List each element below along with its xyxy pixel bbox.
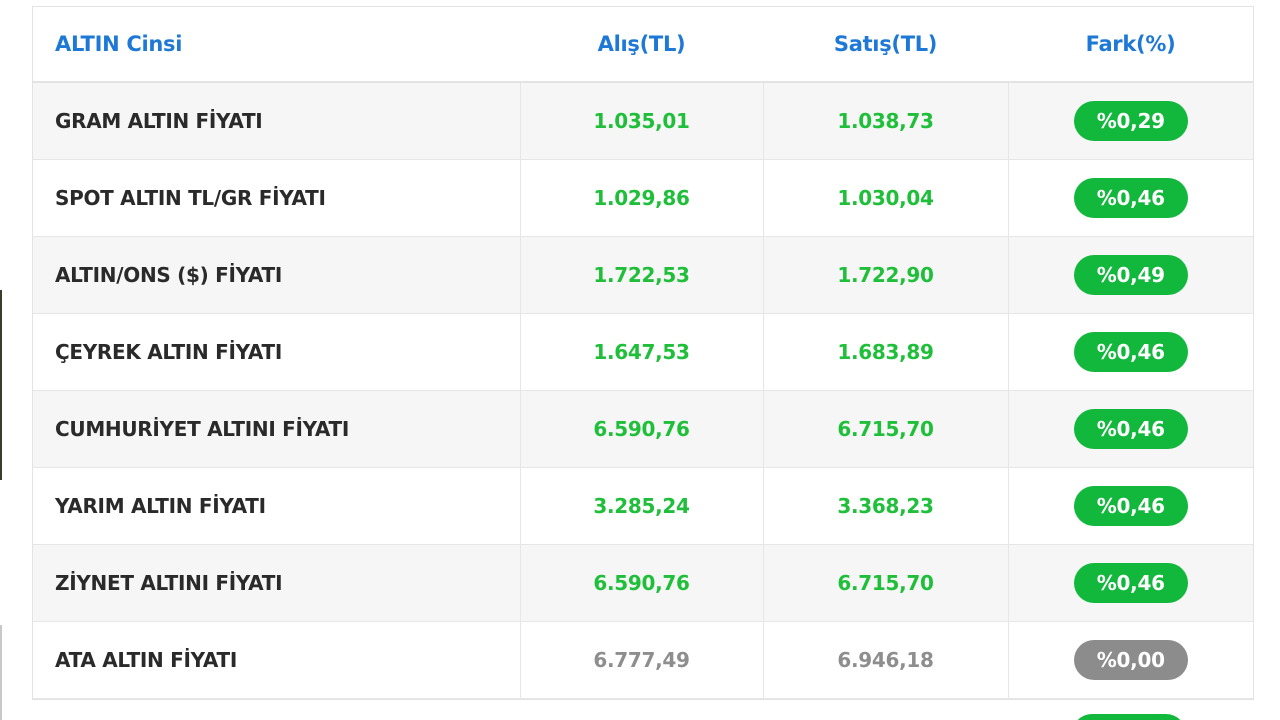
diff-cell: %0,29: [1008, 82, 1253, 160]
diff-cell: %0,00: [1008, 621, 1253, 699]
gold-type-cell[interactable]: ALTIN/ONS ($) FİYATI: [33, 236, 521, 314]
buy-price-cell: 3.285,24: [520, 467, 764, 545]
table-row[interactable]: ALTIN/ONS ($) FİYATI 1.722,53 1.722,90 %…: [33, 236, 1253, 314]
diff-badge: %0,46: [1073, 563, 1188, 603]
gold-type-cell[interactable]: CUMHURİYET ALTINI FİYATI: [33, 390, 521, 468]
diff-cell: %0,46: [1008, 313, 1253, 391]
price-table: ALTIN Cinsi Alış(TL) Satış(TL) Fark(%) G…: [33, 7, 1253, 699]
gold-type-cell[interactable]: SPOT ALTIN TL/GR FİYATI: [33, 159, 521, 237]
diff-badge: %0,49: [1073, 255, 1188, 295]
diff-badge: %0,46: [1073, 178, 1188, 218]
table-body: GRAM ALTIN FİYATI 1.035,01 1.038,73 %0,2…: [33, 82, 1253, 699]
buy-price-cell: 1.647,53: [520, 313, 764, 391]
buy-price-cell: 6.590,76: [520, 390, 764, 468]
buy-price-cell: 1.035,01: [520, 82, 764, 160]
table-row[interactable]: ATA ALTIN FİYATI 6.777,49 6.946,18 %0,00: [33, 621, 1253, 699]
buy-price-cell: 6.590,76: [520, 544, 764, 622]
table-header-row: ALTIN Cinsi Alış(TL) Satış(TL) Fark(%): [33, 7, 1253, 83]
diff-cell: %0,46: [1008, 467, 1253, 545]
table-row[interactable]: ÇEYREK ALTIN FİYATI 1.647,53 1.683,89 %0…: [33, 313, 1253, 391]
table-row[interactable]: ZİYNET ALTINI FİYATI 6.590,76 6.715,70 %…: [33, 544, 1253, 622]
gold-type-cell[interactable]: ZİYNET ALTINI FİYATI: [33, 544, 521, 622]
sell-price-cell: 1.722,90: [763, 236, 1009, 314]
buy-price-cell: 6.777,49: [520, 621, 764, 699]
header-sell[interactable]: Satış(TL): [763, 7, 1008, 83]
table-row[interactable]: SPOT ALTIN TL/GR FİYATI 1.029,86 1.030,0…: [33, 159, 1253, 237]
left-edge-strip: [0, 290, 2, 480]
diff-badge: %0,29: [1073, 101, 1188, 141]
gold-type-cell[interactable]: GRAM ALTIN FİYATI: [33, 82, 521, 160]
buy-price-cell: 1.722,53: [520, 236, 764, 314]
gold-type-cell[interactable]: ÇEYREK ALTIN FİYATI: [33, 313, 521, 391]
sell-price-cell: 1.030,04: [763, 159, 1009, 237]
sell-price-cell: 6.715,70: [763, 544, 1009, 622]
table-row[interactable]: YARIM ALTIN FİYATI 3.285,24 3.368,23 %0,…: [33, 467, 1253, 545]
diff-badge: %0,46: [1073, 332, 1188, 372]
diff-cell: %0,49: [1008, 236, 1253, 314]
sell-price-cell: 6.715,70: [763, 390, 1009, 468]
header-diff[interactable]: Fark(%): [1008, 7, 1253, 83]
header-buy[interactable]: Alış(TL): [520, 7, 763, 83]
table-row[interactable]: CUMHURİYET ALTINI FİYATI 6.590,76 6.715,…: [33, 390, 1253, 468]
sell-price-cell: 1.038,73: [763, 82, 1009, 160]
header-gold-type[interactable]: ALTIN Cinsi: [33, 7, 520, 83]
diff-badge: %0,00: [1073, 640, 1188, 680]
table-row[interactable]: GRAM ALTIN FİYATI 1.035,01 1.038,73 %0,2…: [33, 82, 1253, 160]
diff-cell: %0,46: [1008, 159, 1253, 237]
buy-price-cell: 1.029,86: [520, 159, 764, 237]
sell-price-cell: 1.683,89: [763, 313, 1009, 391]
diff-cell: %0,46: [1008, 544, 1253, 622]
page: ALTIN Cinsi Alış(TL) Satış(TL) Fark(%) G…: [0, 0, 1280, 720]
diff-badge: %0,46: [1073, 409, 1188, 449]
diff-badge: %0,46: [1073, 486, 1188, 526]
gold-type-cell[interactable]: YARIM ALTIN FİYATI: [33, 467, 521, 545]
sell-price-cell: 3.368,23: [763, 467, 1009, 545]
left-edge-strip-lower: [0, 625, 2, 720]
sell-price-cell: 6.946,18: [763, 621, 1009, 699]
diff-cell: %0,46: [1008, 390, 1253, 468]
gold-type-cell[interactable]: ATA ALTIN FİYATI: [33, 621, 521, 699]
partial-diff-badge: [1072, 714, 1186, 720]
gold-price-table: ALTIN Cinsi Alış(TL) Satış(TL) Fark(%) G…: [32, 6, 1254, 700]
